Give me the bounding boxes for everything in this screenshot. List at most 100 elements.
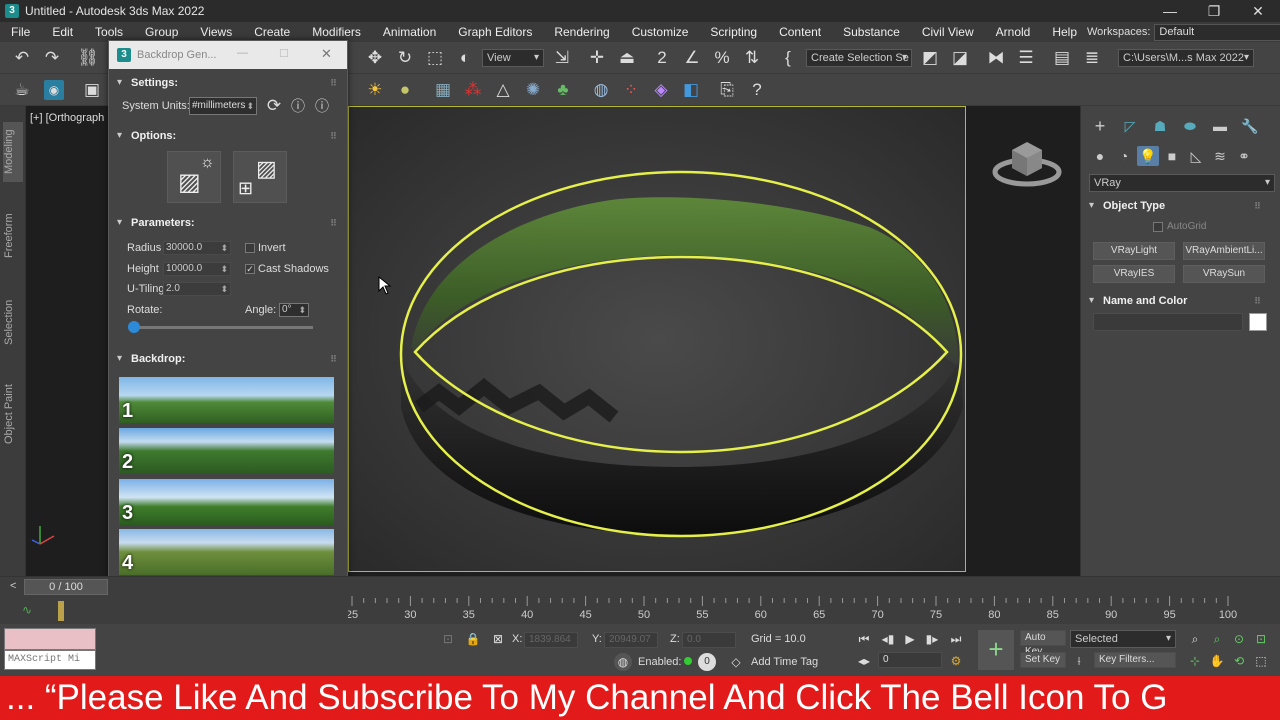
named-selection-dropdown[interactable]: Create Selection Se <box>806 49 912 67</box>
backdrop-thumbnail-4[interactable]: 4 <box>119 529 334 575</box>
time-slider[interactable]: 0 / 100 <box>24 579 108 595</box>
zoom-icon[interactable]: ⌕ <box>1186 630 1204 648</box>
geometry-icon[interactable]: ● <box>1089 146 1111 166</box>
radius-spinner[interactable]: 30000.0 <box>163 241 231 255</box>
time-configuration-icon[interactable]: ⚙ <box>947 652 965 670</box>
x-coordinate-field[interactable]: 1839.864 <box>524 632 578 648</box>
align-icon[interactable]: ☰ <box>1014 46 1038 70</box>
ribbon-tab-selection[interactable]: Selection <box>3 292 23 352</box>
object-type-rollout-header[interactable]: Object Type <box>1081 196 1271 216</box>
add-backdrop-image-button[interactable]: ▨ ⊞ <box>233 151 287 203</box>
menu-substance[interactable]: Substance <box>832 25 911 39</box>
texture-icon[interactable]: ◧ <box>679 78 703 102</box>
edit-named-selection-icon[interactable]: { <box>776 46 800 70</box>
spinner-snap-icon[interactable]: ⇅ <box>740 46 764 70</box>
u-tiling-spinner[interactable]: 2.0 <box>163 282 231 296</box>
time-tag-icon[interactable]: ◇ <box>727 653 745 671</box>
modify-tab-icon[interactable]: ◸ <box>1119 116 1141 136</box>
parameters-rollout-header[interactable]: Parameters: <box>109 213 347 233</box>
pivot-icon[interactable]: ⇲ <box>550 46 574 70</box>
key-selection-dropdown[interactable]: Selected <box>1070 630 1176 648</box>
pan-icon[interactable]: ✋ <box>1208 652 1226 670</box>
keyboard-shortcut-icon[interactable]: ⏏ <box>615 46 639 70</box>
close-button[interactable]: ✕ <box>1238 0 1278 22</box>
menu-animation[interactable]: Animation <box>372 25 447 39</box>
z-coordinate-field[interactable]: 0.0 <box>682 632 736 648</box>
backdrop-thumbnail-2[interactable]: 2 <box>119 428 334 474</box>
minimize-button[interactable]: — <box>1150 0 1190 22</box>
project-path-dropdown[interactable]: C:\Users\M...s Max 2022 <box>1118 49 1254 67</box>
field-of-view-icon[interactable]: ⊹ <box>1186 652 1204 670</box>
dialog-close-button[interactable]: ✕ <box>321 46 332 62</box>
absolute-mode-icon[interactable]: ⊠ <box>489 630 507 648</box>
set-key-big-button[interactable]: + <box>978 630 1014 670</box>
particles-icon[interactable]: ⁂ <box>461 78 485 102</box>
menu-group[interactable]: Group <box>134 25 189 39</box>
create-backdrop-with-light-button[interactable]: ▨ ☼ <box>167 151 221 203</box>
invert-checkbox[interactable] <box>245 243 255 253</box>
object-name-field[interactable] <box>1093 313 1243 331</box>
viewcube-icon[interactable] <box>992 134 1062 194</box>
mirror-icon[interactable]: ⧓ <box>984 46 1008 70</box>
name-and-color-rollout-header[interactable]: Name and Color <box>1081 291 1271 311</box>
current-frame-field[interactable]: 0 <box>878 652 942 668</box>
auto-key-button[interactable]: Auto Key <box>1020 630 1066 657</box>
adaptive-degradation-icon[interactable]: ◍ <box>614 653 632 671</box>
render-frame-icon[interactable]: ▣ <box>80 78 104 102</box>
select-manipulate-icon[interactable]: ✛ <box>585 46 609 70</box>
autogrid-checkbox[interactable] <box>1153 222 1163 232</box>
place-icon[interactable]: ◐ <box>453 46 477 70</box>
workspace-dropdown[interactable]: Default <box>1154 23 1280 41</box>
settings-rollout-header[interactable]: Settings: <box>109 73 347 93</box>
utilities-tab-icon[interactable]: 🔧 <box>1239 116 1261 136</box>
isolate-icon[interactable]: ◩ <box>918 46 942 70</box>
go-to-start-icon[interactable]: ⏮ <box>855 630 873 648</box>
info-icon[interactable]: ⓘ <box>310 94 334 118</box>
helpers-icon[interactable]: ◺ <box>1185 146 1207 166</box>
scale-icon[interactable]: ⬚ <box>423 46 447 70</box>
viewport-label[interactable]: [+] [Orthograph <box>30 112 104 124</box>
dialog-maximize-button[interactable]: ☐ <box>279 47 289 60</box>
vrayies-button[interactable]: VRayIES <box>1093 265 1175 283</box>
color-palette-icon[interactable]: ⁘ <box>619 78 643 102</box>
help-icon[interactable]: ? <box>745 78 769 102</box>
menu-civil-view[interactable]: Civil View <box>911 25 985 39</box>
menu-rendering[interactable]: Rendering <box>543 25 620 39</box>
timeline-prev-icon[interactable]: < <box>10 580 16 592</box>
time-slider-marker[interactable] <box>58 601 64 621</box>
backdrop-cylinder[interactable] <box>349 107 966 572</box>
menu-scripting[interactable]: Scripting <box>699 25 768 39</box>
maximize-button[interactable]: ❐ <box>1194 0 1234 22</box>
lock-icon[interactable]: 🔒 <box>464 630 482 648</box>
rotate-slider[interactable] <box>129 326 313 329</box>
snaps-toggle-icon[interactable]: 2 <box>650 46 674 70</box>
backdrop-rollout-header[interactable]: Backdrop: <box>109 349 347 369</box>
options-rollout-header[interactable]: Options: <box>109 126 347 146</box>
zoom-extents-all-icon[interactable]: ⊡ <box>1252 630 1270 648</box>
redo-icon[interactable]: ↷ <box>40 46 64 70</box>
next-frame-icon[interactable]: ▮▸ <box>923 630 941 648</box>
lights-icon[interactable]: 💡 <box>1137 146 1159 166</box>
link-icon[interactable]: ⛓ <box>76 46 100 70</box>
selection-lock-icon[interactable]: ⊡ <box>439 630 457 648</box>
dialog-minimize-button[interactable]: — <box>237 47 248 59</box>
refresh-icon[interactable]: ⟳ <box>262 94 286 118</box>
percent-snap-icon[interactable]: % <box>710 46 734 70</box>
renderer-category-dropdown[interactable]: VRay <box>1089 174 1275 192</box>
vraylight-button[interactable]: VRayLight <box>1093 242 1175 260</box>
create-tab-icon[interactable]: + <box>1089 116 1111 136</box>
systems-icon[interactable]: ⚭ <box>1233 146 1255 166</box>
object-color-swatch[interactable] <box>1249 313 1267 331</box>
menu-modifiers[interactable]: Modifiers <box>301 25 372 39</box>
add-time-tag-button[interactable]: Add Time Tag <box>751 656 818 668</box>
height-spinner[interactable]: 10000.0 <box>163 262 231 276</box>
go-to-end-icon[interactable]: ⏭ <box>947 630 965 648</box>
hierarchy-tab-icon[interactable]: ☗ <box>1149 116 1171 136</box>
grid-icon[interactable]: ▦ <box>431 78 455 102</box>
undo-icon[interactable]: ↶ <box>10 46 34 70</box>
menu-customize[interactable]: Customize <box>621 25 700 39</box>
menu-arnold[interactable]: Arnold <box>985 25 1042 39</box>
plant-icon[interactable]: ♣ <box>551 78 575 102</box>
set-key-button[interactable]: Set Key <box>1020 652 1066 668</box>
zoom-all-icon[interactable]: ⌕ <box>1208 630 1226 648</box>
